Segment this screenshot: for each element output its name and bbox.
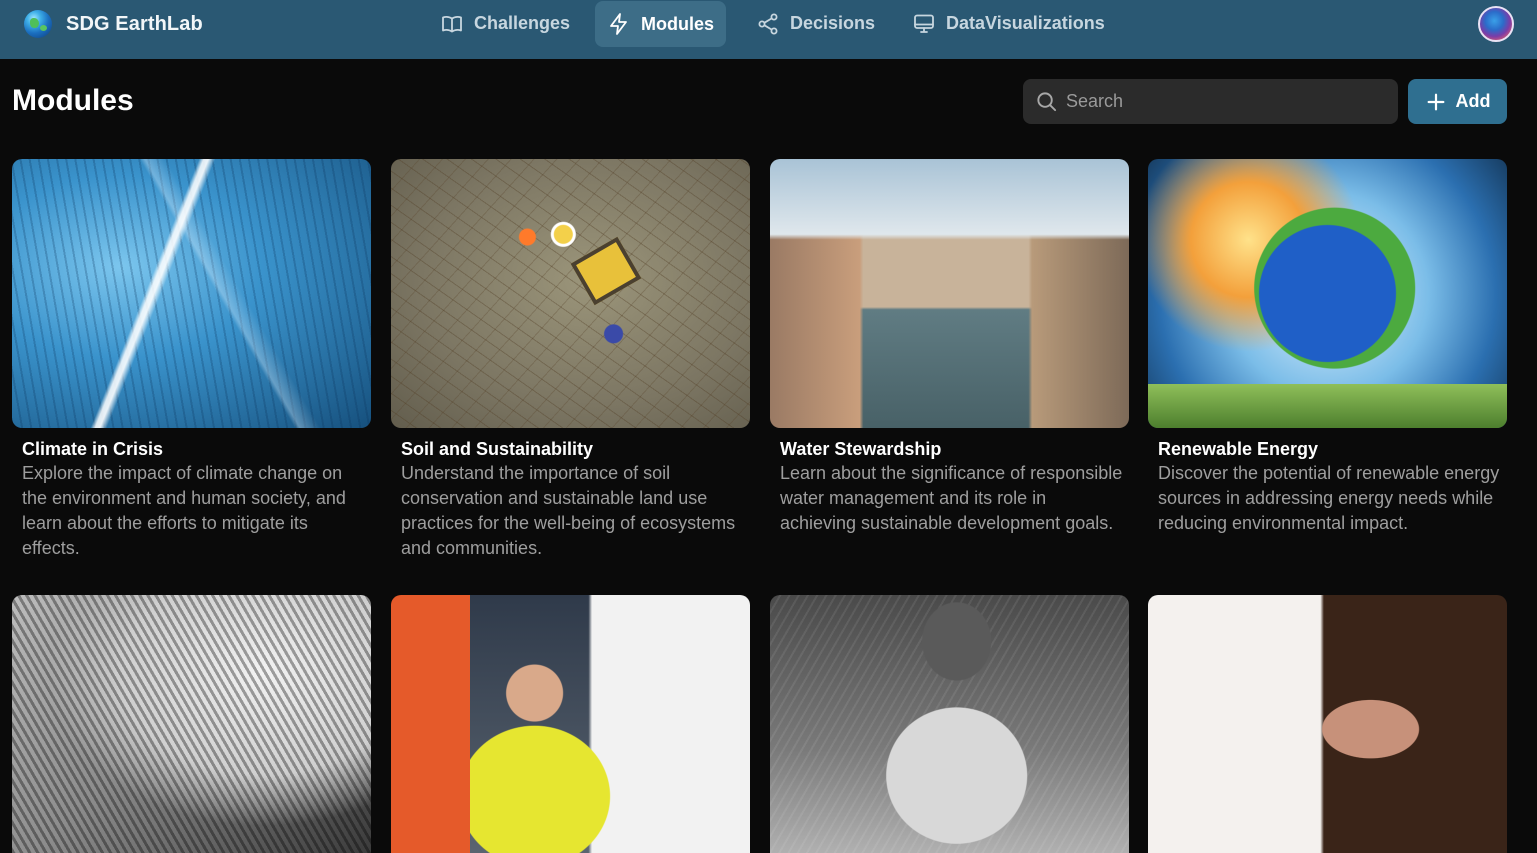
module-image-beekeeper xyxy=(12,595,371,853)
module-image-wedding xyxy=(1148,595,1507,853)
nav-challenges-label: Challenges xyxy=(474,13,571,33)
module-description: Discover the potential of renewable ener… xyxy=(1158,463,1500,533)
lightning-icon xyxy=(610,13,627,35)
nav-challenges[interactable]: Challenges xyxy=(428,0,582,47)
globe-icon xyxy=(24,10,52,38)
top-navbar: SDG EarthLab Challenges Modules Decision… xyxy=(0,0,1537,59)
module-image-energy xyxy=(1148,159,1507,428)
nav-decisions-label: Decisions xyxy=(790,13,876,33)
module-description: Learn about the significance of responsi… xyxy=(780,463,1123,533)
nav-datavisualizations-label: DataVisualizations xyxy=(946,13,1105,33)
plus-icon xyxy=(1427,93,1444,110)
nav-modules-label: Modules xyxy=(641,13,715,34)
module-description: Understand the importance of soil conser… xyxy=(401,463,736,558)
module-title: Soil and Sustainability xyxy=(401,439,594,459)
add-module-button[interactable]: Add xyxy=(1408,79,1507,124)
add-button-label: Add xyxy=(1455,91,1491,111)
app-name: SDG EarthLab xyxy=(66,12,203,35)
module-title: Renewable Energy xyxy=(1158,439,1319,459)
nav-modules[interactable]: Modules xyxy=(595,1,727,47)
search-icon xyxy=(1037,92,1057,112)
module-title: Water Stewardship xyxy=(780,439,942,459)
share-nodes-icon xyxy=(758,13,778,34)
book-open-icon xyxy=(442,15,462,32)
user-avatar[interactable] xyxy=(1478,6,1514,42)
brand[interactable]: SDG EarthLab xyxy=(24,10,203,38)
page-title: Modules xyxy=(12,84,134,117)
nav-datavisualizations[interactable]: DataVisualizations xyxy=(900,0,1117,47)
nav-decisions[interactable]: Decisions xyxy=(744,0,887,47)
module-image-woman xyxy=(770,595,1129,853)
module-image-water xyxy=(770,159,1129,428)
module-image-ice xyxy=(12,159,371,428)
search-input[interactable] xyxy=(1066,79,1386,124)
module-image-soil xyxy=(391,159,750,428)
search-box[interactable] xyxy=(1023,79,1398,124)
module-description: Explore the impact of climate change on … xyxy=(22,463,346,558)
module-image-paramedic xyxy=(391,595,750,853)
monitor-icon xyxy=(914,14,934,33)
module-title: Climate in Crisis xyxy=(22,439,164,459)
